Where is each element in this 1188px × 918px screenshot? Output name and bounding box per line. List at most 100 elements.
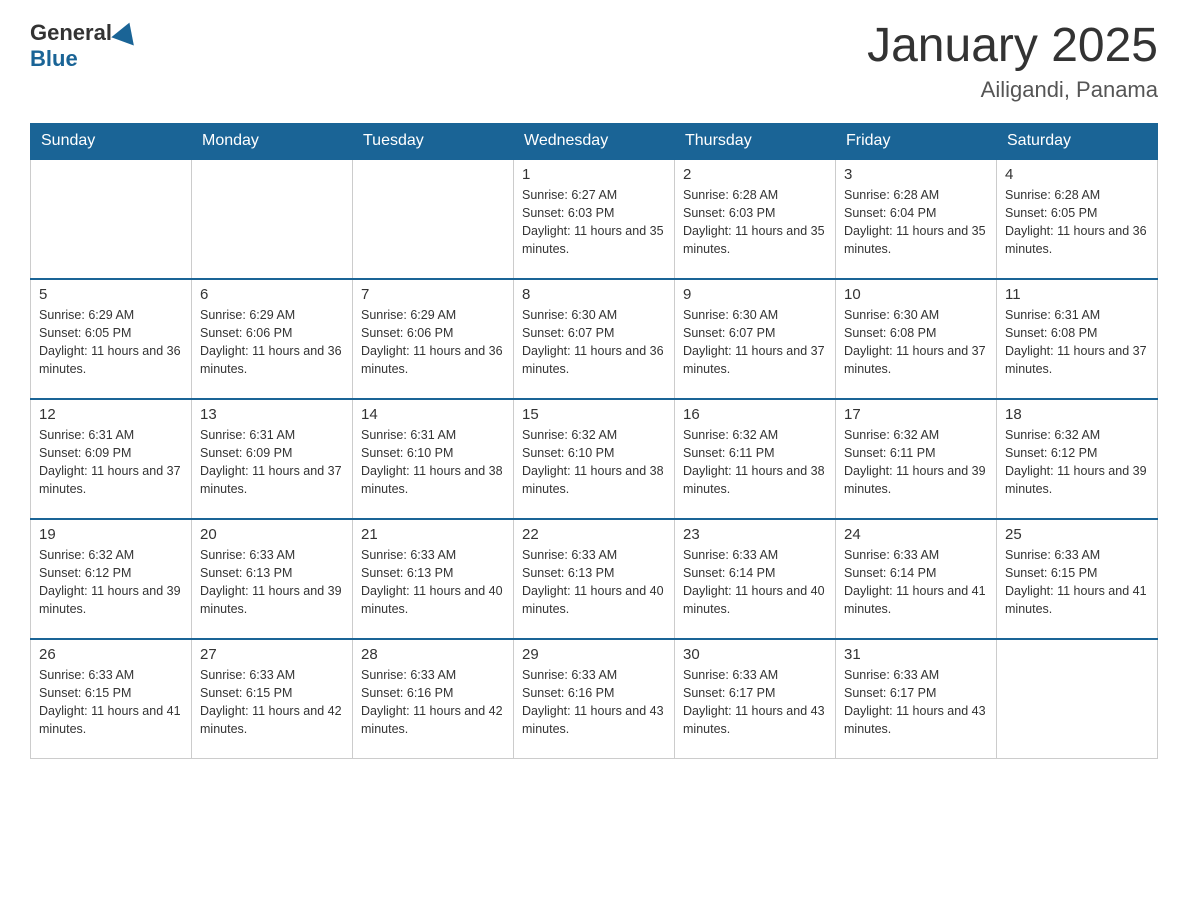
logo-general-text: General: [30, 20, 112, 46]
day-info: Sunrise: 6:29 AM Sunset: 6:06 PM Dayligh…: [200, 306, 344, 379]
day-info: Sunrise: 6:33 AM Sunset: 6:13 PM Dayligh…: [200, 546, 344, 619]
day-info: Sunrise: 6:31 AM Sunset: 6:09 PM Dayligh…: [39, 426, 183, 499]
calendar-cell: [997, 639, 1158, 759]
day-info: Sunrise: 6:33 AM Sunset: 6:16 PM Dayligh…: [522, 666, 666, 739]
day-number: 3: [844, 166, 988, 183]
day-number: 6: [200, 286, 344, 303]
calendar-cell: 5 Sunrise: 6:29 AM Sunset: 6:05 PM Daylig…: [31, 279, 192, 399]
day-info: Sunrise: 6:33 AM Sunset: 6:15 PM Dayligh…: [200, 666, 344, 739]
calendar-cell: 28Sunrise: 6:33 AM Sunset: 6:16 PM Dayli…: [353, 639, 514, 759]
calendar-table: SundayMondayTuesdayWednesdayThursdayFrid…: [30, 123, 1158, 760]
calendar-cell: 22 Sunrise: 6:33 AM Sunset: 6:13 PM Dayli…: [514, 519, 675, 639]
calendar-cell: 21 Sunrise: 6:33 AM Sunset: 6:13 PM Dayli…: [353, 519, 514, 639]
day-number: 31: [844, 646, 988, 663]
day-number: 15: [522, 406, 666, 423]
day-number: 24: [844, 526, 988, 543]
calendar-week-4: 19Sunrise: 6:32 AM Sunset: 6:12 PM Dayli…: [31, 519, 1158, 639]
logo-triangle-icon: [111, 19, 140, 46]
day-number: 2: [683, 166, 827, 183]
calendar-cell: 2 Sunrise: 6:28 AM Sunset: 6:03 PM Daylig…: [675, 159, 836, 279]
calendar-cell: 1 Sunrise: 6:27 AM Sunset: 6:03 PM Daylig…: [514, 159, 675, 279]
day-info: Sunrise: 6:29 AM Sunset: 6:05 PM Dayligh…: [39, 306, 183, 379]
header-saturday: Saturday: [997, 123, 1158, 159]
calendar-week-5: 26 Sunrise: 6:33 AM Sunset: 6:15 PM Dayli…: [31, 639, 1158, 759]
calendar-cell: 29 Sunrise: 6:33 AM Sunset: 6:16 PM Dayli…: [514, 639, 675, 759]
day-number: 12: [39, 406, 183, 423]
calendar-cell: 24 Sunrise: 6:33 AM Sunset: 6:14 PM Dayli…: [836, 519, 997, 639]
title-block: January 2025 Ailigandi, Panama: [867, 20, 1158, 103]
calendar-cell: 3 Sunrise: 6:28 AM Sunset: 6:04 PM Daylig…: [836, 159, 997, 279]
day-number: 20: [200, 526, 344, 543]
day-number: 11: [1005, 286, 1149, 303]
day-number: 13: [200, 406, 344, 423]
day-info: Sunrise: 6:33 AM Sunset: 6:15 PM Dayligh…: [39, 666, 183, 739]
day-info: Sunrise: 6:31 AM Sunset: 6:09 PM Dayligh…: [200, 426, 344, 499]
day-info: Sunrise: 6:32 AM Sunset: 6:11 PM Dayligh…: [844, 426, 988, 499]
day-info: Sunrise: 6:31 AM Sunset: 6:10 PM Dayligh…: [361, 426, 505, 499]
day-number: 1: [522, 166, 666, 183]
day-number: 16: [683, 406, 827, 423]
calendar-cell: 9 Sunrise: 6:30 AM Sunset: 6:07 PM Daylig…: [675, 279, 836, 399]
day-info: Sunrise: 6:32 AM Sunset: 6:11 PM Dayligh…: [683, 426, 827, 499]
calendar-cell: 12 Sunrise: 6:31 AM Sunset: 6:09 PM Dayli…: [31, 399, 192, 519]
day-info: Sunrise: 6:28 AM Sunset: 6:03 PM Dayligh…: [683, 186, 827, 259]
day-number: 18: [1005, 406, 1149, 423]
calendar-week-3: 12 Sunrise: 6:31 AM Sunset: 6:09 PM Dayli…: [31, 399, 1158, 519]
day-number: 5: [39, 286, 183, 303]
day-info: Sunrise: 6:31 AM Sunset: 6:08 PM Dayligh…: [1005, 306, 1149, 379]
calendar-cell: 25Sunrise: 6:33 AM Sunset: 6:15 PM Dayli…: [997, 519, 1158, 639]
day-info: Sunrise: 6:27 AM Sunset: 6:03 PM Dayligh…: [522, 186, 666, 259]
calendar-cell: 17Sunrise: 6:32 AM Sunset: 6:11 PM Dayli…: [836, 399, 997, 519]
calendar-cell: 23 Sunrise: 6:33 AM Sunset: 6:14 PM Dayli…: [675, 519, 836, 639]
day-number: 21: [361, 526, 505, 543]
header-thursday: Thursday: [675, 123, 836, 159]
day-number: 22: [522, 526, 666, 543]
calendar-cell: 15 Sunrise: 6:32 AM Sunset: 6:10 PM Dayli…: [514, 399, 675, 519]
calendar-cell: 7Sunrise: 6:29 AM Sunset: 6:06 PM Daylig…: [353, 279, 514, 399]
calendar-cell: 31 Sunrise: 6:33 AM Sunset: 6:17 PM Dayli…: [836, 639, 997, 759]
calendar-cell: 8Sunrise: 6:30 AM Sunset: 6:07 PM Daylig…: [514, 279, 675, 399]
day-info: Sunrise: 6:33 AM Sunset: 6:15 PM Dayligh…: [1005, 546, 1149, 619]
header-wednesday: Wednesday: [514, 123, 675, 159]
day-info: Sunrise: 6:33 AM Sunset: 6:14 PM Dayligh…: [844, 546, 988, 619]
header-friday: Friday: [836, 123, 997, 159]
day-info: Sunrise: 6:33 AM Sunset: 6:13 PM Dayligh…: [522, 546, 666, 619]
calendar-cell: 14 Sunrise: 6:31 AM Sunset: 6:10 PM Dayli…: [353, 399, 514, 519]
header-monday: Monday: [192, 123, 353, 159]
day-number: 4: [1005, 166, 1149, 183]
calendar-cell: 10 Sunrise: 6:30 AM Sunset: 6:08 PM Dayli…: [836, 279, 997, 399]
day-info: Sunrise: 6:32 AM Sunset: 6:12 PM Dayligh…: [39, 546, 183, 619]
logo-blue-text: Blue: [30, 46, 78, 72]
day-number: 23: [683, 526, 827, 543]
day-number: 9: [683, 286, 827, 303]
calendar-header-row: SundayMondayTuesdayWednesdayThursdayFrid…: [31, 123, 1158, 159]
day-info: Sunrise: 6:30 AM Sunset: 6:08 PM Dayligh…: [844, 306, 988, 379]
calendar-subtitle: Ailigandi, Panama: [867, 77, 1158, 103]
day-number: 27: [200, 646, 344, 663]
day-info: Sunrise: 6:33 AM Sunset: 6:17 PM Dayligh…: [844, 666, 988, 739]
day-number: 26: [39, 646, 183, 663]
day-number: 30: [683, 646, 827, 663]
day-info: Sunrise: 6:33 AM Sunset: 6:13 PM Dayligh…: [361, 546, 505, 619]
day-number: 7: [361, 286, 505, 303]
page-header: General Blue January 2025 Ailigandi, Pan…: [30, 20, 1158, 103]
day-info: Sunrise: 6:33 AM Sunset: 6:17 PM Dayligh…: [683, 666, 827, 739]
day-info: Sunrise: 6:28 AM Sunset: 6:04 PM Dayligh…: [844, 186, 988, 259]
calendar-cell: [353, 159, 514, 279]
day-info: Sunrise: 6:30 AM Sunset: 6:07 PM Dayligh…: [683, 306, 827, 379]
day-number: 29: [522, 646, 666, 663]
calendar-cell: 11 Sunrise: 6:31 AM Sunset: 6:08 PM Dayli…: [997, 279, 1158, 399]
logo: General Blue: [30, 20, 138, 73]
day-info: Sunrise: 6:32 AM Sunset: 6:10 PM Dayligh…: [522, 426, 666, 499]
day-number: 28: [361, 646, 505, 663]
calendar-cell: 26 Sunrise: 6:33 AM Sunset: 6:15 PM Dayli…: [31, 639, 192, 759]
day-number: 8: [522, 286, 666, 303]
day-number: 14: [361, 406, 505, 423]
calendar-cell: 13 Sunrise: 6:31 AM Sunset: 6:09 PM Dayli…: [192, 399, 353, 519]
day-number: 10: [844, 286, 988, 303]
calendar-cell: [31, 159, 192, 279]
calendar-week-1: 1 Sunrise: 6:27 AM Sunset: 6:03 PM Daylig…: [31, 159, 1158, 279]
calendar-title: January 2025: [867, 20, 1158, 73]
day-info: Sunrise: 6:33 AM Sunset: 6:14 PM Dayligh…: [683, 546, 827, 619]
header-tuesday: Tuesday: [353, 123, 514, 159]
